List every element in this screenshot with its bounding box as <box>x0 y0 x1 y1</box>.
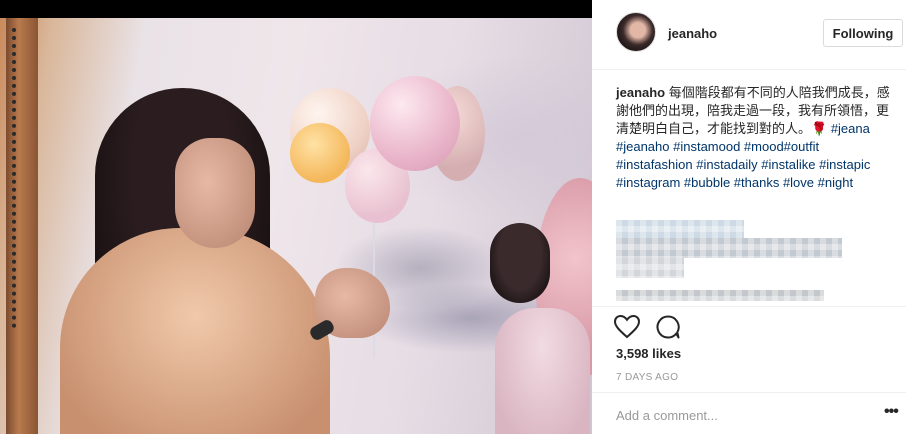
comment-bar: ••• <box>592 392 906 434</box>
post-timestamp[interactable]: 7 DAYS AGO <box>616 372 678 383</box>
heart-icon[interactable] <box>613 314 641 339</box>
photo-chain <box>12 28 28 328</box>
post-username[interactable]: jeanaho <box>668 26 717 41</box>
photo-child-head <box>490 223 550 303</box>
post-caption: jeanaho 每個階段都有不同的人陪我們成長，感謝他們的出現，陪我走過一段，我… <box>616 84 896 192</box>
following-button[interactable]: Following <box>823 19 903 47</box>
blurred-comment <box>616 258 684 278</box>
photo-balloon <box>290 123 350 183</box>
more-options-icon[interactable]: ••• <box>884 404 899 420</box>
post-modal: jeanaho Following jeanaho 每個階段都有不同的人陪我們成… <box>0 0 906 434</box>
photo-child-body <box>495 308 590 434</box>
caption-username[interactable]: jeanaho <box>616 85 665 100</box>
photo-balloon <box>370 76 460 171</box>
post-actions <box>592 306 906 339</box>
likes-count[interactable]: 3,598 likes <box>616 346 681 361</box>
blurred-comment <box>616 238 842 258</box>
post-header: jeanaho Following <box>592 0 906 70</box>
comment-icon[interactable] <box>655 315 681 339</box>
blurred-comment <box>616 290 824 301</box>
comment-input[interactable] <box>616 405 866 425</box>
photo-woman-face <box>175 138 255 248</box>
post-photo[interactable] <box>0 18 592 434</box>
blurred-comment <box>616 220 744 238</box>
avatar[interactable] <box>616 12 656 52</box>
post-sidebar: jeanaho Following jeanaho 每個階段都有不同的人陪我們成… <box>592 0 906 434</box>
